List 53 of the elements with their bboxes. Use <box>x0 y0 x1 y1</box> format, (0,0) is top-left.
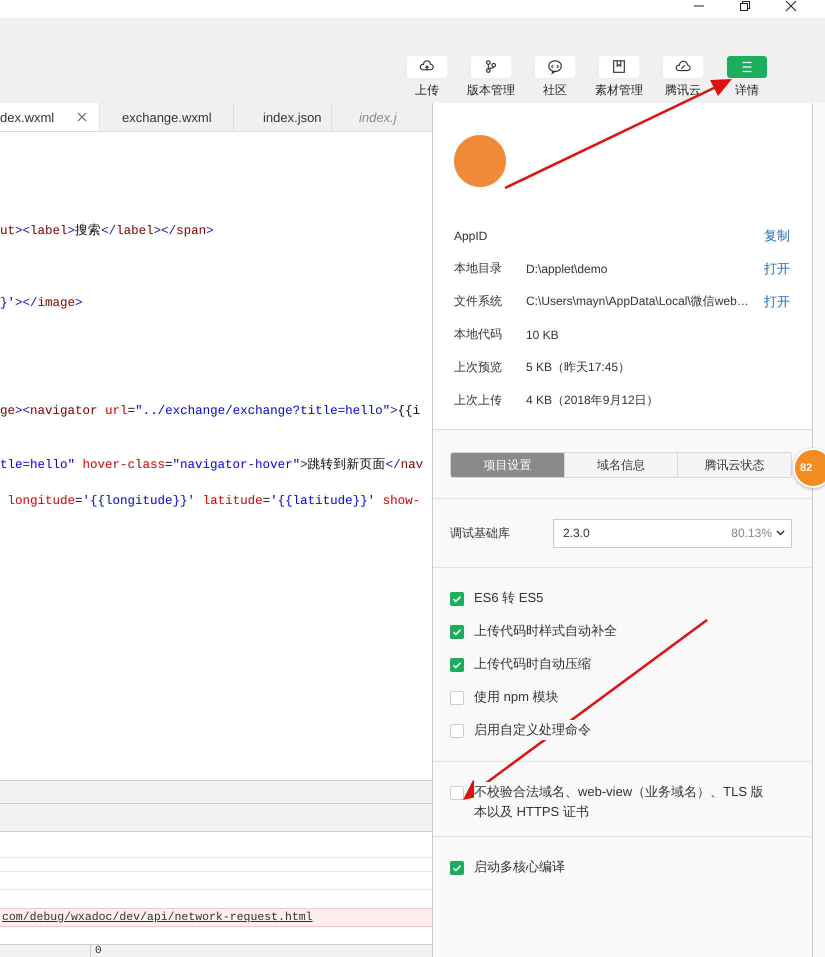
info-value: 10 KB <box>526 328 560 342</box>
editor-tab[interactable]: index.json <box>234 103 332 131</box>
code-line: }'></image> <box>0 295 84 312</box>
chevron-down-icon <box>776 530 785 536</box>
checkbox[interactable] <box>450 786 464 800</box>
toolbar-label: 版本管理 <box>467 82 515 99</box>
checkbox[interactable] <box>450 658 464 672</box>
toolbar-label: 详情 <box>735 82 759 99</box>
close-icon[interactable] <box>785 0 797 12</box>
info-label: 本地目录 <box>454 260 503 277</box>
chat-bubble-icon <box>547 59 563 75</box>
info-label: 文件系统 <box>454 293 503 310</box>
info-label: AppID <box>454 228 488 242</box>
branch-icon <box>483 59 499 75</box>
toolbar-label: 社区 <box>543 82 567 99</box>
checkbox[interactable] <box>450 592 464 606</box>
toolbar-label: 素材管理 <box>595 82 643 99</box>
toolbar-button[interactable] <box>599 56 639 78</box>
info-label: 上次预览 <box>454 359 503 376</box>
code-line: longitude='{{longitude}}' latitude='{{latitude}}' show- <box>6 493 422 510</box>
info-label: 本地代码 <box>454 326 503 343</box>
info-label: 上次上传 <box>454 392 503 409</box>
code-line: tle=hello" hover-class="navigator-hover">跳转到新页面</nav <box>0 456 424 474</box>
checkbox[interactable] <box>450 625 464 639</box>
checkbox[interactable] <box>450 691 464 705</box>
option-label: 使用 npm 模块 <box>474 687 559 707</box>
info-value: 4 KB（2018年9月12日） <box>526 392 660 409</box>
info-link[interactable]: 打开 <box>764 292 790 310</box>
checkbox[interactable] <box>450 724 464 738</box>
restore-icon[interactable] <box>739 0 751 12</box>
settings-tab[interactable]: 域名信息 <box>564 453 678 477</box>
settings-tab[interactable]: 腾讯云状态 <box>678 453 791 477</box>
option-label: 启用自定义处理命令 <box>474 720 591 740</box>
toolbar-button[interactable] <box>471 56 511 78</box>
toolbar-button[interactable] <box>663 56 703 78</box>
info-value: C:\Users\mayn\AppData\Local\微信web… <box>526 293 750 310</box>
info-value: D:\applet\demo <box>526 262 608 276</box>
toolbar-button[interactable] <box>407 56 447 78</box>
editor-tab[interactable]: dex.wxml <box>0 103 100 131</box>
book-icon <box>611 59 627 75</box>
editor-tab[interactable]: exchange.wxml <box>100 103 234 131</box>
toolbar-label: 上传 <box>415 82 439 99</box>
info-link[interactable]: 打开 <box>764 260 790 278</box>
code-line: ut><label>搜索</label></span> <box>0 222 215 240</box>
info-value: 5 KB（昨天17:45） <box>526 359 632 376</box>
code-line: ge><navigator url="../exchange/exchange?title=hello">{{i <box>0 403 422 420</box>
avatar-image <box>454 135 506 187</box>
checkbox[interactable] <box>450 861 464 875</box>
library-label: 调试基础库 <box>450 524 511 542</box>
toolbar-button[interactable] <box>535 56 575 78</box>
library-select[interactable]: 2.3.0 80.13% <box>553 518 792 548</box>
console-value: 0 <box>94 945 102 957</box>
info-link[interactable]: 复制 <box>764 226 790 244</box>
